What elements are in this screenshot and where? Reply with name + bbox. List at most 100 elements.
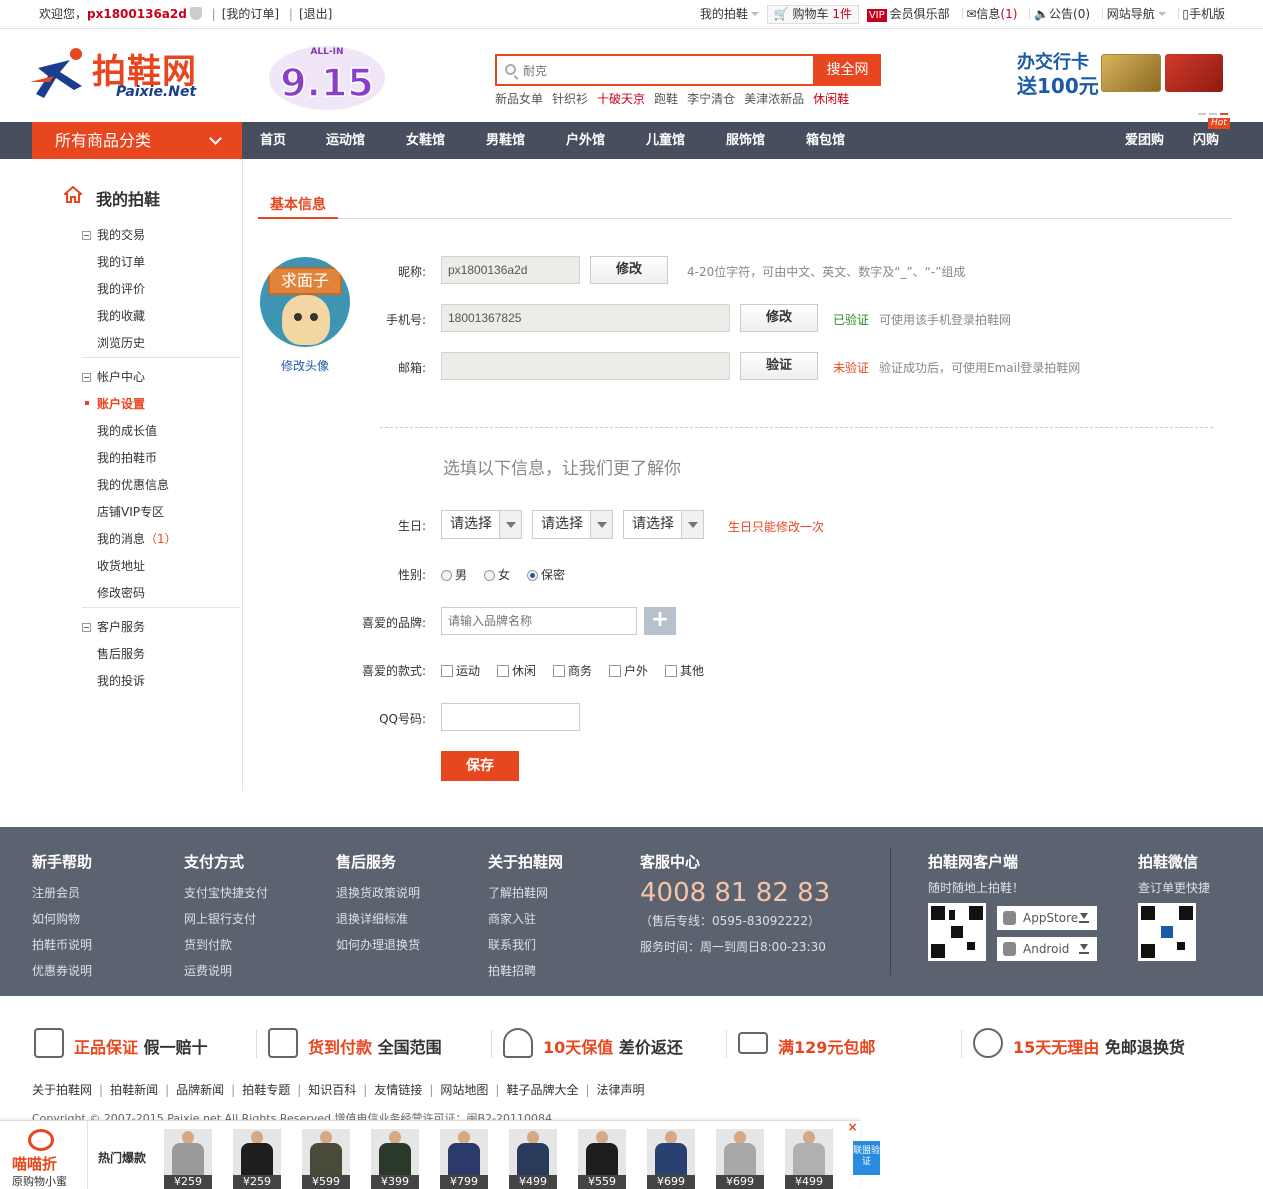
birthday-month-select[interactable]: 请选择 xyxy=(532,510,613,539)
sidebar-item-account-settings[interactable]: 账户设置 xyxy=(84,395,145,412)
sidebar-item-vip[interactable]: 店铺VIP专区 xyxy=(97,503,164,520)
sidebar-item-growth[interactable]: 我的成长值 xyxy=(97,422,157,439)
footer-link[interactable]: 鞋子品牌大全 xyxy=(506,1083,578,1097)
logout-link[interactable]: [退出] xyxy=(299,7,332,21)
nav-item-sports[interactable]: 运动馆 xyxy=(326,122,365,159)
product-thumbnail[interactable]: ¥599 xyxy=(302,1129,350,1189)
sidebar-item-password[interactable]: 修改密码 xyxy=(97,584,145,601)
footer-link[interactable]: 友情链接 xyxy=(374,1083,422,1097)
tab-basic-info[interactable]: 基本信息 xyxy=(258,193,338,219)
style-checkbox-other[interactable]: 其他 xyxy=(665,662,704,679)
sidebar-item-reviews[interactable]: 我的评价 xyxy=(97,280,145,297)
footer-link[interactable]: 了解拍鞋网 xyxy=(488,880,563,906)
sidebar-item-history[interactable]: 浏览历史 xyxy=(97,334,145,351)
hotword-link[interactable]: 新品女单 xyxy=(495,92,543,106)
search-input[interactable] xyxy=(523,61,803,81)
save-button[interactable]: 保存 xyxy=(441,751,519,781)
footer-link[interactable]: 关于拍鞋网 xyxy=(32,1083,92,1097)
footer-link[interactable]: 注册会员 xyxy=(32,880,92,906)
footer-link[interactable]: 优惠券说明 xyxy=(32,958,92,984)
sidebar-item-orders[interactable]: 我的订单 xyxy=(97,253,145,270)
paixie-logo[interactable]: 拍鞋网 Paixie.Net xyxy=(30,42,230,106)
footer-link[interactable]: 商家入驻 xyxy=(488,906,563,932)
footer-link[interactable]: 如何办理退换货 xyxy=(336,932,420,958)
sidebar-item-favorites[interactable]: 我的收藏 xyxy=(97,307,145,324)
site-nav-menu[interactable]: 网站导航 xyxy=(1107,7,1166,21)
alliance-verify-badge[interactable]: 联盟验证 xyxy=(853,1141,880,1175)
gender-radio-male[interactable]: 男 xyxy=(441,566,467,583)
footer-link[interactable]: 退换详细标准 xyxy=(336,906,420,932)
edit-nickname-button[interactable]: 修改 xyxy=(590,256,668,284)
style-checkbox-casual[interactable]: 休闲 xyxy=(497,662,536,679)
footer-link[interactable]: 品牌新闻 xyxy=(176,1083,224,1097)
nav-item-bags[interactable]: 箱包馆 xyxy=(806,122,845,159)
nav-item-outdoor[interactable]: 户外馆 xyxy=(566,122,605,159)
close-icon[interactable]: × xyxy=(846,1121,859,1134)
product-thumbnail[interactable]: ¥699 xyxy=(716,1129,764,1189)
hotword-link[interactable]: 美津浓新品 xyxy=(744,92,804,106)
footer-link[interactable]: 货到付款 xyxy=(184,932,268,958)
notice-link[interactable]: 🔈公告(0) xyxy=(1034,7,1090,21)
footer-link[interactable]: 网上银行支付 xyxy=(184,906,268,932)
product-thumbnail[interactable]: ¥399 xyxy=(371,1129,419,1189)
hotword-link[interactable]: 十破天京 xyxy=(597,92,645,106)
nav-item-women[interactable]: 女鞋馆 xyxy=(406,122,445,159)
product-thumbnail[interactable]: ¥799 xyxy=(440,1129,488,1189)
nav-item-group-buy[interactable]: 爱团购 xyxy=(1125,122,1164,159)
sidebar-group-service[interactable]: 客户服务 xyxy=(82,618,145,635)
nav-item-kids[interactable]: 儿童馆 xyxy=(646,122,685,159)
footer-link[interactable]: 拍鞋币说明 xyxy=(32,932,92,958)
footer-link[interactable]: 如何购物 xyxy=(32,906,92,932)
footer-link[interactable]: 退换货政策说明 xyxy=(336,880,420,906)
hotword-link[interactable]: 李宁清仓 xyxy=(687,92,735,106)
footer-link[interactable]: 网站地图 xyxy=(440,1083,488,1097)
hotword-link[interactable]: 休闲鞋 xyxy=(813,92,849,106)
brand-input[interactable] xyxy=(441,607,637,635)
hotword-link[interactable]: 针织衫 xyxy=(552,92,588,106)
footer-link[interactable]: 联系我们 xyxy=(488,932,563,958)
footer-link[interactable]: 知识百科 xyxy=(308,1083,356,1097)
footer-link[interactable]: 拍鞋招聘 xyxy=(488,958,563,984)
footer-link[interactable]: 法律声明 xyxy=(597,1083,645,1097)
mobile-link[interactable]: ▯手机版 xyxy=(1182,7,1225,21)
sidebar-item-messages[interactable]: 我的消息（1） xyxy=(97,530,177,547)
sidebar-item-complaints[interactable]: 我的投诉 xyxy=(97,672,145,689)
gender-radio-female[interactable]: 女 xyxy=(484,566,510,583)
product-thumbnail[interactable]: ¥499 xyxy=(785,1129,833,1189)
edit-phone-button[interactable]: 修改 xyxy=(740,304,818,332)
bank-card-ad[interactable]: 办交行卡 送100元 xyxy=(1017,48,1227,98)
footer-link[interactable]: 运费说明 xyxy=(184,958,268,984)
nav-item-home[interactable]: 首页 xyxy=(260,122,286,159)
product-thumbnail[interactable]: ¥699 xyxy=(647,1129,695,1189)
search-button[interactable]: 搜全网 xyxy=(814,54,881,86)
appstore-download-button[interactable]: AppStore xyxy=(997,906,1097,930)
avatar[interactable]: 求面子 xyxy=(260,257,350,347)
my-orders-link[interactable]: [我的订单] xyxy=(222,7,279,21)
sidebar-item-coins[interactable]: 我的拍鞋币 xyxy=(97,449,157,466)
messages-link[interactable]: ✉信息(1) xyxy=(966,7,1017,21)
username-link[interactable]: px1800136a2d xyxy=(87,7,187,21)
miaomiaozhe-brand[interactable]: 喵喵折 原购物小蜜 xyxy=(10,1129,76,1188)
nav-item-men[interactable]: 男鞋馆 xyxy=(486,122,525,159)
style-checkbox-outdoor[interactable]: 户外 xyxy=(609,662,648,679)
footer-link[interactable]: 支付宝快捷支付 xyxy=(184,880,268,906)
promo-915-banner[interactable]: ALL-IN 9.15 xyxy=(255,40,400,112)
vip-club-link[interactable]: VIP 会员俱乐部 xyxy=(866,7,950,22)
all-categories-button[interactable]: 所有商品分类 xyxy=(32,122,242,159)
footer-link[interactable]: 拍鞋新闻 xyxy=(110,1083,158,1097)
style-checkbox-sport[interactable]: 运动 xyxy=(441,662,480,679)
sidebar-group-account[interactable]: 帐户中心 xyxy=(82,368,145,385)
sidebar-item-coupons[interactable]: 我的优惠信息 xyxy=(97,476,169,493)
verify-email-button[interactable]: 验证 xyxy=(740,352,818,380)
birthday-year-select[interactable]: 请选择 xyxy=(441,510,522,539)
android-download-button[interactable]: Android xyxy=(997,937,1097,961)
style-checkbox-business[interactable]: 商务 xyxy=(553,662,592,679)
product-thumbnail[interactable]: ¥259 xyxy=(164,1129,212,1189)
qq-input[interactable] xyxy=(441,703,580,731)
nav-item-apparel[interactable]: 服饰馆 xyxy=(726,122,765,159)
cart-button[interactable]: 🛒 购物车 1件 xyxy=(766,5,860,24)
footer-link[interactable]: 拍鞋专题 xyxy=(242,1083,290,1097)
product-thumbnail[interactable]: ¥559 xyxy=(578,1129,626,1189)
birthday-day-select[interactable]: 请选择 xyxy=(623,510,704,539)
sidebar-group-trade[interactable]: 我的交易 xyxy=(82,226,145,243)
